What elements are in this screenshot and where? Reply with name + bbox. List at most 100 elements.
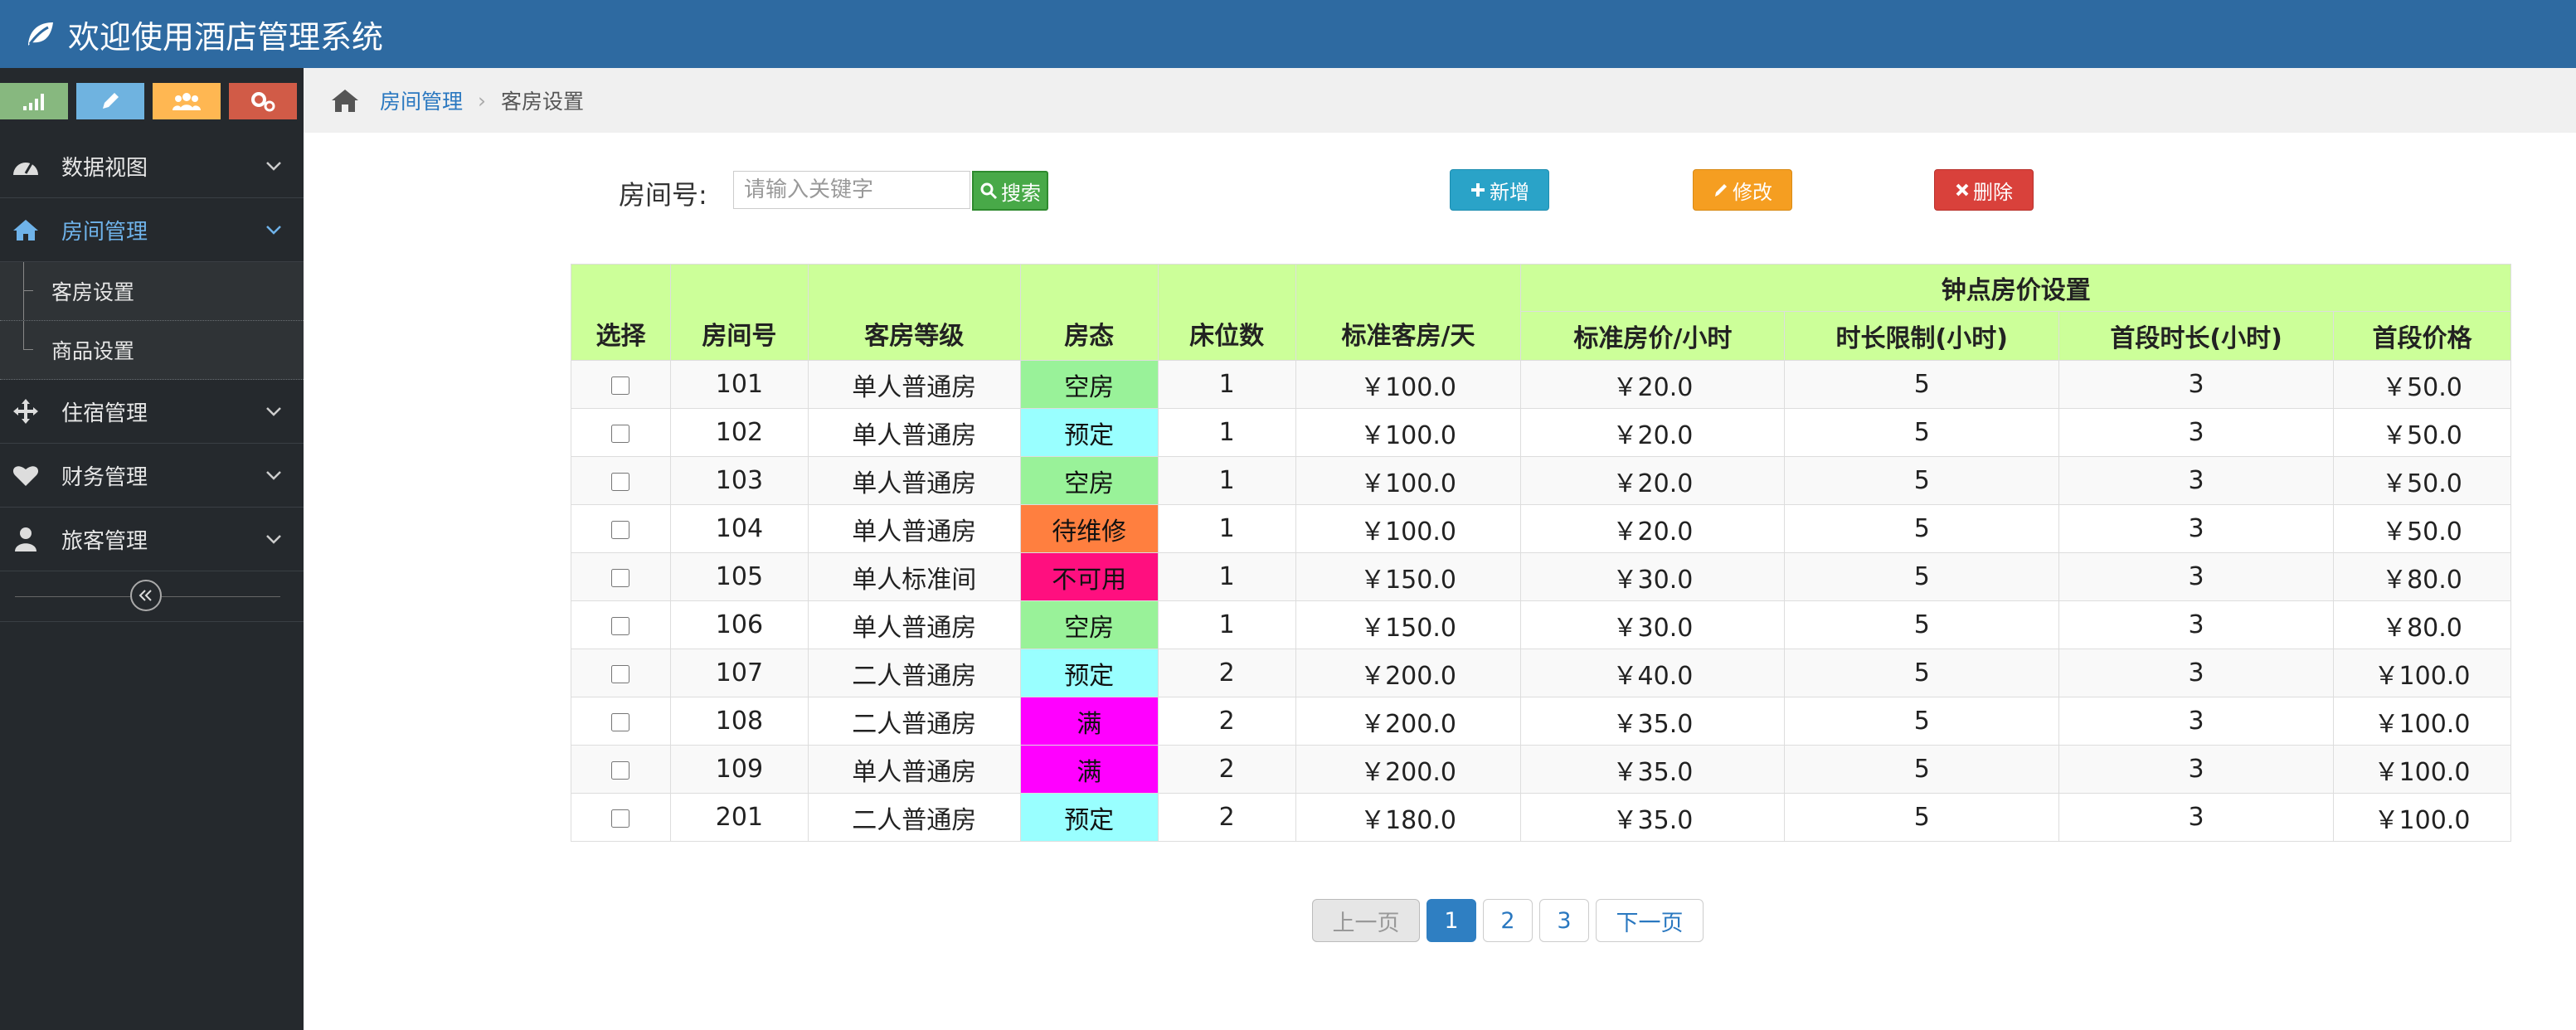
search-button[interactable]: 搜索 [972, 171, 1048, 211]
cell-first-price: ￥100.0 [2333, 793, 2511, 842]
row-select-checkbox[interactable] [611, 520, 630, 539]
row-select-checkbox[interactable] [611, 568, 630, 587]
edit-button[interactable]: 修改 [1693, 169, 1792, 211]
shortcut-settings-button[interactable] [229, 83, 297, 119]
add-button[interactable]: 新增 [1450, 169, 1549, 211]
row-select-checkbox[interactable] [611, 424, 630, 443]
sidebar-subitem-label: 客房设置 [51, 280, 135, 304]
row-select-checkbox[interactable] [611, 760, 630, 780]
app-title: 欢迎使用酒店管理系统 [68, 18, 384, 56]
header-select: 选择 [571, 264, 671, 361]
cell-first-duration: 3 [2058, 360, 2334, 409]
sidebar-subitem-goods-settings[interactable]: 商品设置 [0, 321, 304, 380]
page-1-button[interactable]: 1 [1427, 899, 1476, 942]
chevron-down-icon [266, 407, 281, 416]
cell-hourly-price: ￥35.0 [1520, 793, 1786, 842]
cell-room-number: 107 [669, 649, 809, 697]
toolbar: 房间号: 搜索 新增 修改 删除 [0, 166, 2576, 216]
sidebar-item-stay-management[interactable]: 住宿管理 [0, 380, 304, 444]
page-2-button[interactable]: 2 [1483, 899, 1533, 942]
sidebar-item-label: 旅客管理 [61, 528, 148, 554]
table-row[interactable]: 104 单人普通房 待维修 1 ￥100.0 ￥20.0 5 3 ￥50.0 [571, 504, 2511, 553]
row-select-checkbox[interactable] [611, 376, 630, 395]
header-first-price: 首段价格 [2333, 311, 2511, 361]
sidebar-item-label: 财务管理 [61, 464, 148, 490]
cell-room-status: 预定 [1019, 649, 1159, 697]
cell-first-price: ￥100.0 [2333, 649, 2511, 697]
row-select-checkbox[interactable] [611, 712, 630, 731]
sidebar-item-label: 住宿管理 [61, 401, 148, 426]
table-row[interactable]: 102 单人普通房 预定 1 ￥100.0 ￥20.0 5 3 ￥50.0 [571, 408, 2511, 457]
prev-page-button[interactable]: 上一页 [1312, 899, 1420, 942]
row-select-checkbox[interactable] [611, 472, 630, 491]
row-select-checkbox[interactable] [611, 616, 630, 635]
cell-hourly-price: ￥35.0 [1520, 697, 1786, 746]
shortcut-stats-button[interactable] [0, 83, 68, 119]
row-select-checkbox[interactable] [611, 809, 630, 828]
cell-beds: 1 [1157, 552, 1296, 601]
heart-icon [12, 461, 40, 489]
move-icon [12, 397, 40, 425]
table-row[interactable]: 108 二人普通房满 2 ￥200.0 ￥35.0 5 3 ￥100.0 [571, 697, 2511, 746]
sidebar-subitem-label: 商品设置 [51, 339, 135, 363]
cell-duration-limit: 5 [1784, 552, 2060, 601]
cell-room-grade: 单人普通房 [807, 408, 1021, 457]
cell-room-number: 201 [669, 793, 809, 842]
cell-daily-price: ￥200.0 [1295, 697, 1522, 746]
sidebar-item-label: 房间管理 [61, 219, 148, 245]
add-button-label: 新增 [1490, 180, 1529, 204]
pagination: 上一页 1 2 3 下一页 [1312, 899, 1704, 942]
pencil-icon [1713, 182, 1729, 198]
cell-beds: 2 [1157, 745, 1296, 794]
row-select-checkbox[interactable] [611, 664, 630, 683]
table-row[interactable]: 103 单人普通房 空房 1 ￥100.0 ￥20.0 5 3 ￥50.0 [571, 456, 2511, 505]
cell-beds: 2 [1157, 697, 1296, 746]
delete-button-label: 删除 [1973, 180, 2013, 204]
table-row[interactable]: 109 单人普通房满 2 ￥200.0 ￥35.0 5 3 ￥100.0 [571, 745, 2511, 794]
cell-room-grade: 单人普通房 [807, 745, 1021, 794]
header-daily-price: 标准客房/天 [1295, 264, 1522, 361]
chevron-down-icon [266, 535, 281, 544]
cell-room-number: 108 [669, 697, 809, 746]
sidebar-item-guest-management[interactable]: 旅客管理 [0, 508, 304, 571]
cell-first-price: ￥80.0 [2333, 552, 2511, 601]
cell-beds: 2 [1157, 649, 1296, 697]
room-search-input[interactable] [733, 171, 970, 209]
delete-button[interactable]: 删除 [1934, 169, 2034, 211]
next-page-button[interactable]: 下一页 [1596, 899, 1704, 942]
cell-beds: 1 [1157, 456, 1296, 505]
cell-room-grade: 单人普通房 [807, 360, 1021, 409]
table-row[interactable]: 106 单人普通房 空房 1 ￥150.0 ￥30.0 5 3 ￥80.0 [571, 600, 2511, 649]
cell-first-price: ￥100.0 [2333, 697, 2511, 746]
home-icon [12, 216, 40, 244]
cell-room-number: 104 [669, 504, 809, 553]
cell-first-duration: 3 [2058, 456, 2334, 505]
table-row[interactable]: 107 二人普通房 预定 2 ￥200.0 ￥40.0 5 3 ￥100.0 [571, 649, 2511, 697]
table-row[interactable]: 101 单人普通房 空房 1 ￥100.0 ￥20.0 5 3 ￥50.0 [571, 360, 2511, 409]
cell-first-price: ￥50.0 [2333, 504, 2511, 553]
cell-duration-limit: 5 [1784, 456, 2060, 505]
header-duration-limit: 时长限制(小时) [1784, 311, 2060, 361]
sidebar-collapse-button[interactable] [130, 580, 162, 611]
shortcut-edit-button[interactable] [76, 83, 144, 119]
sidebar-item-finance-management[interactable]: 财务管理 [0, 444, 304, 508]
cell-first-price: ￥50.0 [2333, 360, 2511, 409]
cell-duration-limit: 5 [1784, 504, 2060, 553]
sidebar-submenu-room: 客房设置 商品设置 [0, 262, 304, 380]
table-row[interactable]: 105 单人标准间 不可用 1 ￥150.0 ￥30.0 5 3 ￥80.0 [571, 552, 2511, 601]
sidebar-subitem-room-settings[interactable]: 客房设置 [0, 262, 304, 321]
cell-room-status: 待维修 [1019, 504, 1159, 553]
cell-hourly-price: ￥30.0 [1520, 600, 1786, 649]
room-table: 选择 房间号 客房等级 房态 床位数 标准客房/天 钟点房价设置 标准房价/小时… [571, 264, 2511, 842]
shortcut-users-button[interactable] [153, 83, 221, 119]
cell-first-duration: 3 [2058, 745, 2334, 794]
breadcrumb-link-room-management[interactable]: 房间管理 [380, 85, 463, 115]
breadcrumb-current: 客房设置 [501, 90, 585, 114]
cell-room-grade: 二人普通房 [807, 649, 1021, 697]
page-3-button[interactable]: 3 [1539, 899, 1589, 942]
home-icon[interactable] [330, 87, 360, 114]
table-row[interactable]: 201 二人普通房 预定 2 ￥180.0 ￥35.0 5 3 ￥100.0 [571, 793, 2511, 842]
cell-beds: 1 [1157, 408, 1296, 457]
cell-duration-limit: 5 [1784, 745, 2060, 794]
cell-daily-price: ￥100.0 [1295, 408, 1522, 457]
